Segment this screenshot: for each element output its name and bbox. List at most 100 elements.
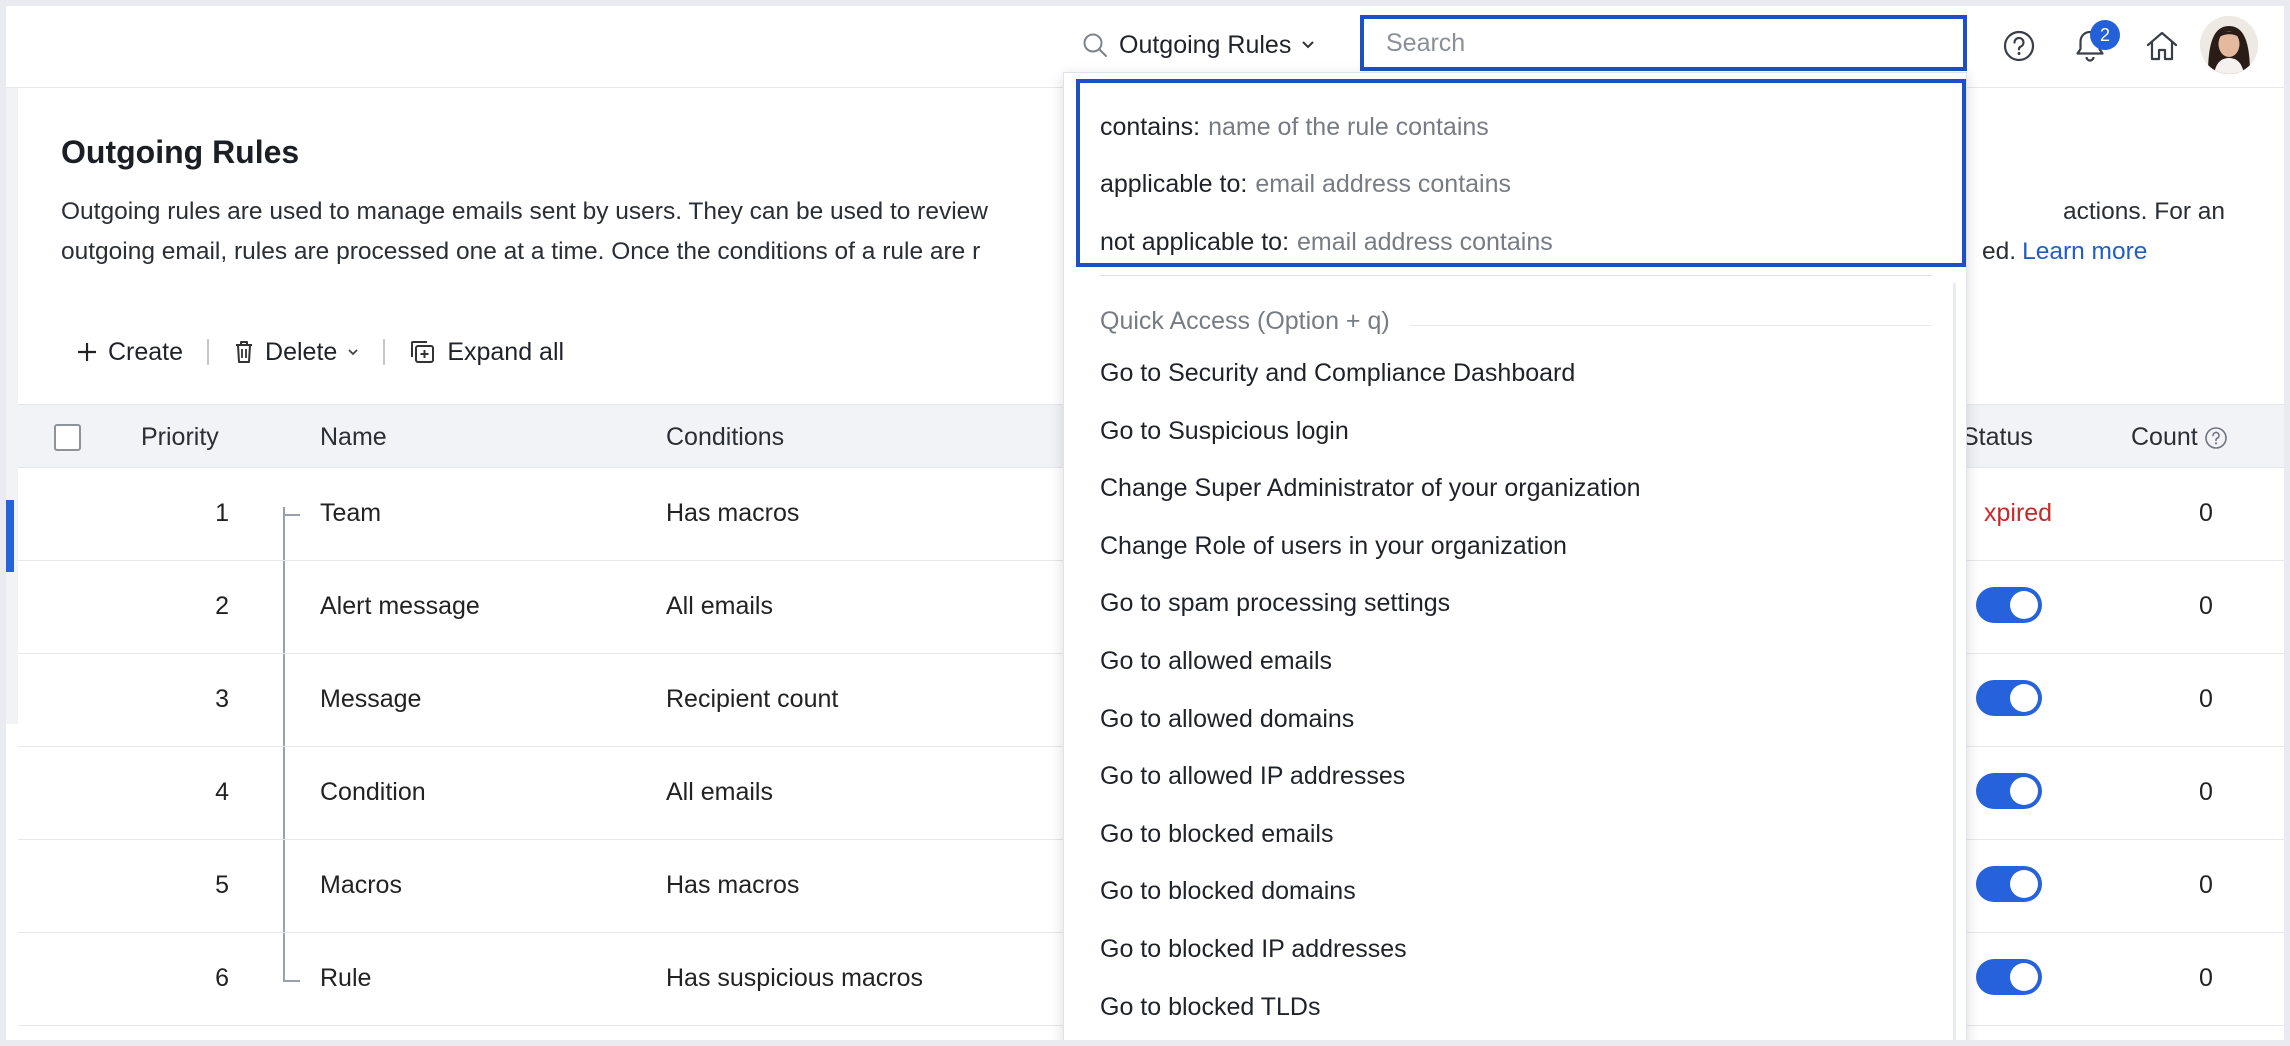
rule-conditions: Has macros (666, 871, 800, 899)
suggestion-not-applicable-to[interactable]: not applicable to: email address contains (1100, 228, 1553, 257)
left-nav-strip (6, 88, 18, 724)
quick-access-title: Quick Access (Option + q) (1100, 307, 1390, 335)
suggestion-key: contains: (1100, 113, 1201, 141)
column-count-label: Count (2131, 423, 2198, 451)
learn-more-link[interactable]: Learn more (2022, 238, 2147, 265)
search-dropdown: contains: name of the rule contains appli… (1063, 72, 1967, 1040)
toolbar-divider (207, 339, 210, 365)
expand-all-icon (411, 341, 435, 363)
rules-toolbar: Create Delete Expand all (76, 330, 564, 374)
column-priority[interactable]: Priority (141, 423, 219, 452)
rule-name[interactable]: Condition (320, 778, 426, 807)
rule-conditions: Has macros (666, 499, 800, 527)
quick-access-item[interactable]: Change Role of users in your organizatio… (1100, 532, 1567, 561)
dropdown-divider (1100, 275, 1932, 276)
column-name[interactable]: Name (320, 423, 387, 452)
suggestion-key: not applicable to: (1100, 228, 1290, 256)
rule-priority: 3 (215, 685, 229, 713)
search-icon (1083, 33, 1107, 57)
rule-count: 0 (2199, 592, 2213, 620)
quick-access-item[interactable]: Change Super Administrator of your organ… (1100, 474, 1641, 503)
suggestion-hint: name of the rule contains (1208, 113, 1489, 141)
suggestion-applicable-to[interactable]: applicable to: email address contains (1100, 170, 1511, 199)
rule-conditions: Recipient count (666, 685, 839, 713)
search-scope-dropdown[interactable]: Outgoing Rules (1063, 14, 1357, 76)
delete-button[interactable]: Delete (233, 338, 359, 367)
user-avatar[interactable] (2200, 16, 2258, 74)
quick-access-item[interactable]: Go to Security and Compliance Dashboard (1100, 359, 1575, 388)
search-filter-suggestions: contains: name of the rule contains appli… (1076, 79, 1966, 267)
description-line-2: outgoing email, rules are processed one … (61, 238, 981, 265)
rule-count: 0 (2199, 685, 2213, 713)
help-icon[interactable] (2204, 426, 2228, 450)
notification-badge: 2 (2090, 20, 2120, 50)
status-badge: xpired (1984, 499, 2053, 527)
tree-branch (283, 980, 300, 982)
rule-name[interactable]: Alert message (320, 592, 480, 621)
help-icon[interactable] (1999, 26, 2039, 66)
chevron-down-icon (348, 349, 358, 356)
suggestion-hint: email address contains (1297, 228, 1553, 256)
expand-all-button[interactable]: Expand all (409, 338, 564, 367)
home-icon[interactable] (2142, 26, 2182, 66)
status-toggle[interactable] (1976, 773, 2042, 809)
quick-access-item[interactable]: Go to allowed domains (1100, 705, 1354, 734)
rule-name[interactable]: Team (320, 499, 381, 528)
quick-access-item[interactable]: Go to Suspicious login (1100, 417, 1349, 446)
rule-count: 0 (2199, 871, 2213, 899)
suggestion-hint: email address contains (1255, 170, 1512, 198)
quick-access-item[interactable]: Go to blocked emails (1100, 820, 1333, 849)
rule-conditions: All emails (666, 592, 773, 620)
rule-conditions: Has suspicious macros (666, 964, 924, 992)
column-conditions[interactable]: Conditions (666, 423, 784, 452)
toolbar-divider (383, 339, 386, 365)
chevron-down-icon (1302, 41, 1315, 49)
rule-count: 0 (2199, 964, 2213, 992)
quick-access-item[interactable]: Go to blocked domains (1100, 877, 1356, 906)
quick-access-item[interactable]: Go to allowed emails (1100, 647, 1332, 676)
create-label: Create (108, 337, 184, 366)
tree-branch (283, 514, 300, 516)
search-scope-label: Outgoing Rules (1119, 30, 1292, 59)
status-toggle[interactable] (1976, 866, 2042, 902)
quick-access-item[interactable]: Go to spam processing settings (1100, 589, 1450, 618)
status-toggle[interactable] (1976, 959, 2042, 995)
page-title: Outgoing Rules (61, 134, 300, 170)
description-line-1-end: actions. For an (2063, 198, 2226, 225)
active-nav-indicator (6, 500, 14, 572)
search-input[interactable] (1386, 19, 1963, 67)
quick-access-item[interactable]: Go to blocked IP addresses (1100, 935, 1407, 964)
select-all-checkbox[interactable] (54, 424, 81, 451)
suggestion-key: applicable to: (1100, 170, 1248, 198)
rule-priority: 4 (215, 778, 229, 806)
create-button[interactable]: Create (76, 338, 183, 367)
rule-priority: 6 (215, 964, 229, 992)
rule-conditions: All emails (666, 778, 773, 806)
column-status[interactable]: Status (1962, 423, 2033, 452)
plus-icon (78, 343, 96, 361)
rule-name[interactable]: Rule (320, 964, 371, 993)
rule-priority: 2 (215, 592, 229, 620)
app-frame: Outgoing Rules 2 (6, 6, 2284, 1040)
rule-priority: 5 (215, 871, 229, 899)
rule-name[interactable]: Macros (320, 871, 402, 900)
expand-all-label: Expand all (447, 337, 565, 366)
delete-label: Delete (265, 337, 338, 366)
column-count: Count (2131, 423, 2228, 452)
status-toggle[interactable] (1976, 680, 2042, 716)
trash-icon (236, 341, 253, 363)
rule-count: 0 (2199, 778, 2213, 806)
rule-priority: 1 (215, 499, 229, 527)
status-toggle[interactable] (1976, 587, 2042, 623)
rule-name[interactable]: Message (320, 685, 421, 714)
quick-access-rule (1410, 325, 1932, 326)
dropdown-scrollbar[interactable] (1953, 283, 1956, 1040)
description-line-2-tail: ed. (1982, 238, 2017, 265)
suggestion-contains[interactable]: contains: name of the rule contains (1100, 113, 1489, 142)
description-line-1: Outgoing rules are used to manage emails… (61, 198, 988, 225)
search-field[interactable] (1360, 15, 1967, 71)
description-line-2-end: ed. Learn more (1982, 232, 2147, 272)
quick-access-item[interactable]: Go to blocked TLDs (1100, 993, 1320, 1022)
rule-count: 0 (2199, 499, 2213, 527)
quick-access-item[interactable]: Go to allowed IP addresses (1100, 762, 1405, 791)
